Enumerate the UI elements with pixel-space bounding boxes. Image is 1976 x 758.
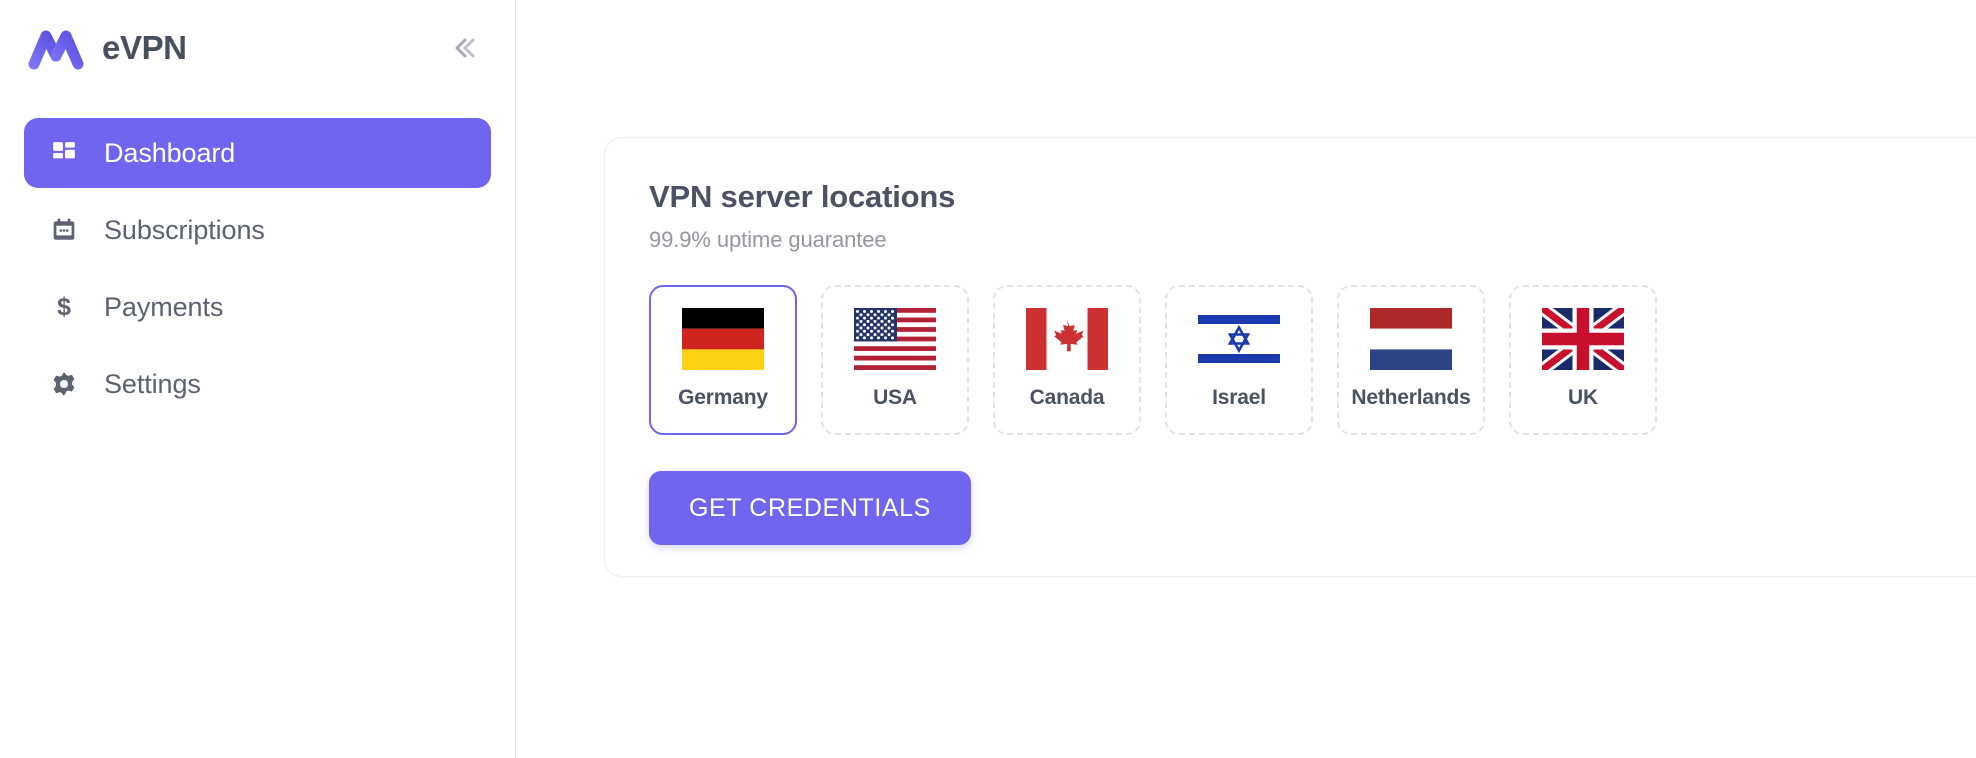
flag-gb-icon [1538,302,1628,376]
dashboard-grid-icon [46,135,82,171]
gear-icon [46,366,82,402]
card-subtitle: 99.9% uptime guarantee [649,227,887,253]
sidebar-item-dashboard[interactable]: Dashboard [24,118,491,188]
sidebar: eVPN Dashboard Subscriptions $ Payments … [0,0,516,758]
sidebar-item-settings[interactable]: Settings [24,349,491,419]
brand-row: eVPN [0,0,515,96]
location-tile-usa[interactable]: USA [821,285,969,436]
calendar-icon [46,212,82,248]
flag-nl-icon [1370,308,1452,371]
flag-us-icon [854,308,936,371]
sidebar-item-label: Subscriptions [104,214,265,245]
brand-title: eVPN [102,29,187,66]
svg-text:$: $ [57,294,71,320]
sidebar-item-subscriptions[interactable]: Subscriptions [24,195,491,265]
flag-de-icon [682,308,764,371]
location-label: Germany [678,386,768,410]
double-chevron-left-icon[interactable] [443,27,485,69]
flag-ca-icon [1026,308,1108,371]
get-credentials-button[interactable]: GET CREDENTIALS [649,471,971,546]
sidebar-item-label: Settings [104,368,201,399]
location-label: Netherlands [1351,386,1471,410]
sidebar-item-label: Dashboard [104,137,236,168]
location-label: Canada [1029,386,1105,410]
location-tile-netherlands[interactable]: Netherlands [1337,285,1485,436]
app-root: eVPN Dashboard Subscriptions $ Payments … [0,0,1976,758]
m-logo-icon [28,26,84,70]
location-label: UK [1568,386,1598,410]
flag-il-icon [1198,308,1280,371]
main-content: VPN server locations 99.9% uptime guaran… [516,0,1976,758]
location-tile-germany[interactable]: Germany [649,285,797,436]
location-label: USA [873,386,917,410]
sidebar-item-label: Payments [104,291,224,322]
vpn-locations-card: VPN server locations 99.9% uptime guaran… [604,137,1976,577]
location-tiles: Germany USA Canada Israel Netherlands UK [649,285,1976,436]
location-tile-uk[interactable]: UK [1509,285,1657,436]
sidebar-nav: Dashboard Subscriptions $ Payments Setti… [0,118,515,419]
location-tile-israel[interactable]: Israel [1165,285,1313,436]
card-title: VPN server locations [649,179,956,214]
dollar-sign-icon: $ [46,289,82,325]
sidebar-item-payments[interactable]: $ Payments [24,272,491,342]
location-tile-canada[interactable]: Canada [993,285,1141,436]
location-label: Israel [1212,386,1266,410]
